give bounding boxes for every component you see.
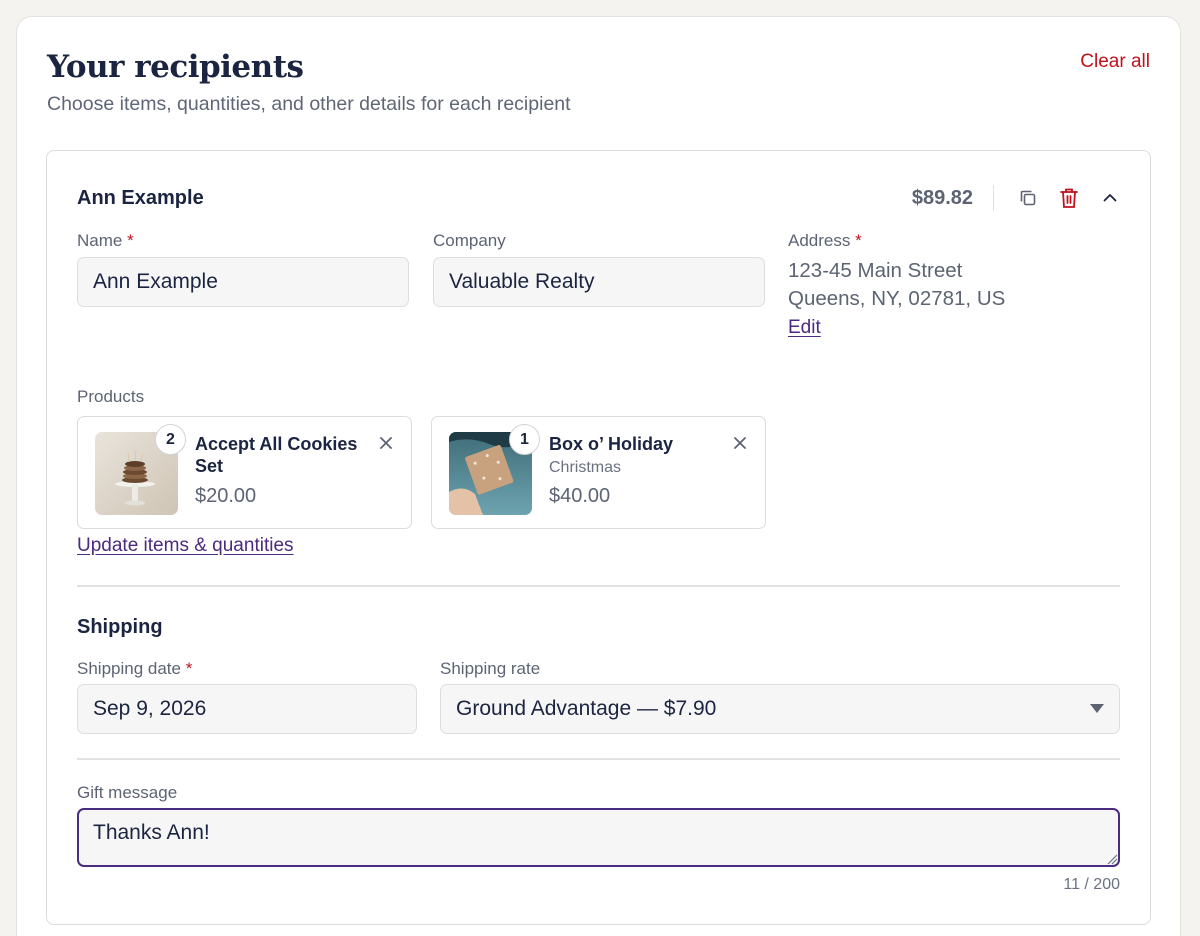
product-name: Accept All Cookies Set (195, 434, 358, 476)
recipient-header-actions: $89.82 (912, 183, 1122, 213)
remove-product-button[interactable] (377, 435, 395, 453)
products-label: Products (77, 387, 145, 406)
clear-all-button[interactable]: Clear all (1080, 51, 1150, 73)
shipping-rate-value: Ground Advantage — $7.90 (456, 697, 717, 720)
resize-handle-icon[interactable] (1107, 854, 1118, 865)
recipient-card: Ann Example $89.82 Name * Ann Example Co… (46, 150, 1151, 925)
shipping-rate-select[interactable]: Ground Advantage — $7.90 (440, 684, 1120, 734)
name-label-text: Name (77, 231, 123, 250)
recipient-header-name: Ann Example (77, 187, 204, 209)
divider (77, 758, 1120, 760)
name-input[interactable] (77, 257, 409, 307)
address-line-1: 123-45 Main Street (788, 259, 963, 282)
delete-recipient-button[interactable] (1057, 186, 1081, 210)
product-card: 2 Accept All Cookies Set $20.00 (77, 416, 412, 529)
close-icon (380, 437, 392, 449)
gift-message-char-count: 11 / 200 (1063, 876, 1120, 893)
product-name: Box o’ Holiday (549, 434, 674, 454)
remove-product-button[interactable] (731, 435, 749, 453)
shipping-date-label-text: Shipping date (77, 659, 181, 678)
address-label: Address * (788, 231, 862, 251)
quantity-badge: 1 (509, 424, 540, 455)
company-input[interactable] (433, 257, 765, 307)
company-label: Company (433, 231, 506, 250)
close-icon (734, 437, 746, 449)
trash-icon (1060, 188, 1078, 208)
page-subtitle: Choose items, quantities, and other deta… (47, 93, 571, 115)
divider (77, 585, 1120, 587)
recipients-panel: Your recipients Choose items, quantities… (16, 16, 1181, 936)
address-label-text: Address (788, 231, 851, 250)
address-value: 123-45 Main Street Queens, NY, 02781, US (788, 257, 1005, 313)
required-mark: * (855, 231, 862, 250)
shipping-section-title: Shipping (77, 616, 163, 638)
copy-icon (1020, 190, 1036, 206)
caret-down-icon (1090, 704, 1104, 713)
name-label: Name * (77, 231, 134, 251)
shipping-date-label: Shipping date * (77, 659, 192, 679)
quantity-badge: 2 (155, 424, 186, 455)
required-mark: * (127, 231, 134, 250)
recipient-total: $89.82 (912, 185, 994, 211)
gift-message-label: Gift message (77, 783, 178, 802)
shipping-rate-label: Shipping rate (440, 659, 541, 678)
product-price: $20.00 (195, 485, 257, 507)
duplicate-recipient-button[interactable] (1016, 186, 1040, 210)
collapse-recipient-button[interactable] (1098, 186, 1122, 210)
address-line-2: Queens, NY, 02781, US (788, 287, 1006, 310)
product-price: $40.00 (549, 485, 611, 507)
gift-message-input[interactable]: Thanks Ann! (77, 808, 1120, 867)
chevron-up-icon (1103, 194, 1117, 202)
product-variant: Christmas (549, 459, 622, 476)
update-items-link[interactable]: Update items & quantities (77, 535, 294, 557)
product-card: 1 Box o’ Holiday Christmas $40.00 (431, 416, 766, 529)
edit-address-link[interactable]: Edit (788, 317, 821, 339)
page-title: Your recipients (47, 49, 304, 85)
required-mark: * (185, 659, 193, 678)
shipping-date-input[interactable] (77, 684, 417, 734)
